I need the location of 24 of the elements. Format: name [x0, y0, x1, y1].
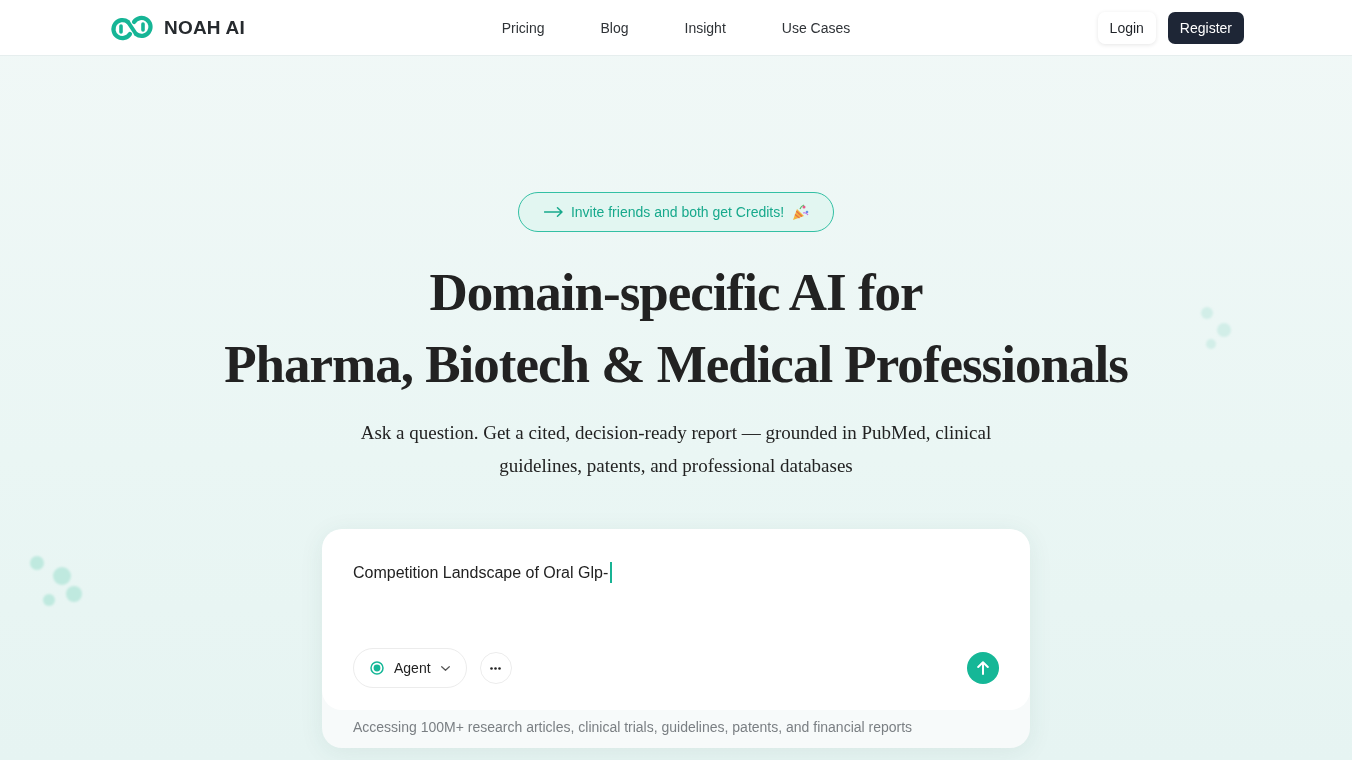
more-icon [490, 666, 502, 670]
logo-icon [108, 14, 156, 41]
more-button[interactable] [479, 652, 512, 684]
radio-dot-icon [370, 661, 384, 675]
register-button[interactable]: Register [1167, 11, 1244, 44]
mode-dropdown[interactable]: Agent [353, 648, 467, 688]
logo-text: NOAH AI [164, 16, 245, 39]
dots-cluster-icon [28, 554, 84, 606]
prompt-field[interactable]: Competition Landscape of Oral Glp- [353, 562, 999, 583]
nav-link[interactable]: Pricing [501, 19, 545, 36]
text-cursor-icon [610, 562, 613, 583]
chevron-down-icon [440, 665, 450, 671]
hero-subtitle: Ask a question. Get a cited, decision-ready report — grounded in PubMed, clinical guidelines, patents, and professional databases [359, 421, 993, 478]
arrow-right-icon [543, 207, 563, 217]
party-popper-icon [792, 203, 810, 221]
login-button[interactable]: Login [1097, 11, 1156, 44]
hero-title: Domain-specific AI for Pharma, Biotech & Medical Professionals [224, 262, 1128, 395]
nav-link[interactable]: Insight [684, 19, 726, 36]
arrow-up-icon [977, 661, 989, 675]
dots-cluster-icon [1199, 305, 1233, 351]
send-button[interactable] [967, 652, 999, 684]
nav-link[interactable]: Blog [600, 19, 629, 36]
sources-note: Accessing 100M+ research articles, clinical trials, guidelines, patents, and financial reports [352, 718, 914, 737]
nav-link[interactable]: Use Cases [781, 19, 851, 36]
